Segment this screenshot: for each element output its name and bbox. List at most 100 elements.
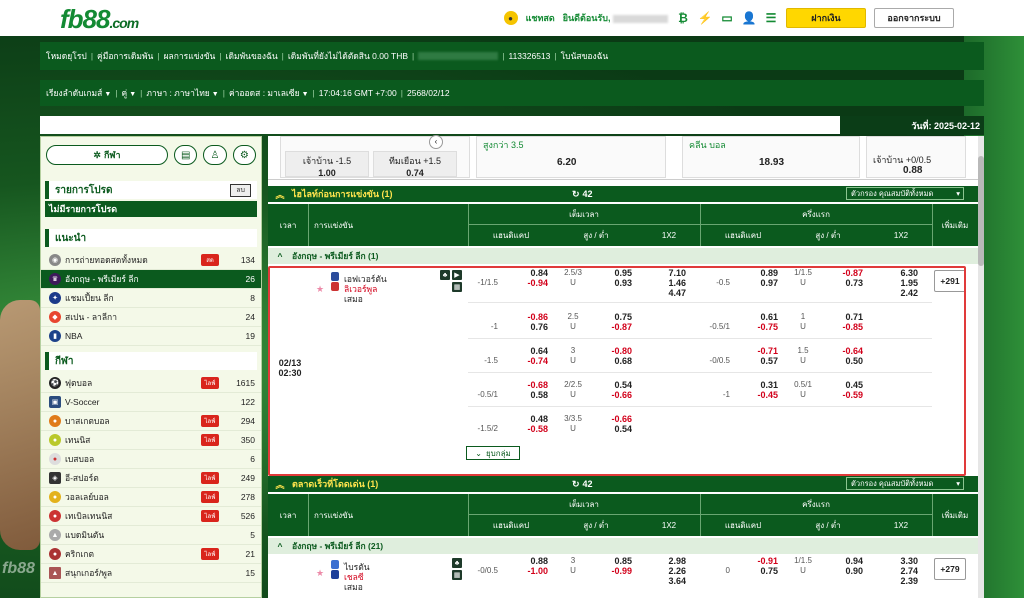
odds-cell[interactable]: -0.99 — [602, 566, 632, 576]
betting-guide-link[interactable]: คู่มือการเดิมพัน — [97, 49, 153, 63]
col-ft-handicap: แฮนดิแคป — [492, 520, 530, 530]
col-ht-1x2: 1X2 — [893, 520, 909, 530]
flash-icon[interactable]: ⚡ — [698, 11, 713, 25]
scrollbar-thumb[interactable] — [978, 156, 984, 266]
odds-cell[interactable]: 3.30 — [888, 556, 918, 566]
collapse-icon[interactable]: ^ — [268, 541, 292, 551]
balance-icon[interactable]: ₿ — [676, 11, 690, 25]
filter-dropdown[interactable]: ตัวกรอง คุณสมบัติทั้งหมด ▾ — [846, 477, 964, 490]
sidebar-item-football[interactable]: ⚽ ฟุตบอล ไลฟ์ 1615 — [41, 374, 261, 393]
under-label: U — [570, 566, 576, 575]
refresh-button[interactable]: ↻ 42 — [572, 189, 632, 200]
odds-cell[interactable]: 3.64 — [656, 576, 686, 586]
user-icon[interactable]: 👤 — [742, 11, 757, 25]
results-link[interactable]: ผลการแข่งขัน — [164, 49, 216, 63]
euro-mode-link[interactable]: โหมดยุโรป — [46, 49, 87, 63]
watermark-logo: fb88 — [2, 560, 35, 577]
refresh-button[interactable]: ↻ 42 — [572, 479, 632, 490]
champions-league-icon: ✦ — [49, 292, 61, 304]
divider — [308, 494, 309, 536]
sidebar-item-champions-league[interactable]: ✦ แชมเปี้ยน ลีก 8 — [41, 289, 261, 308]
sidebar-item-volleyball[interactable]: ● วอลเลย์บอล ไลฟ์ 278 — [41, 488, 261, 507]
divider — [468, 204, 469, 246]
highlight-home-odds[interactable]: เจ้าบ้าน -1.5 1.00 — [285, 151, 369, 178]
settings-bar: เรียงลำดับเกมส์ ▼ | คู่ ▼ | ภาษา : ภาษาไทย ▼ |… — [40, 80, 984, 106]
collapse-up-icon[interactable]: ︽ — [268, 478, 292, 491]
delete-favorites-button[interactable]: ลบ — [230, 183, 251, 197]
list-icon[interactable]: ☰ — [764, 11, 778, 25]
col-ht-handicap: แฮนดิแคป — [724, 520, 762, 530]
favorite-star-icon[interactable]: ★ — [316, 568, 324, 579]
redacted-info — [418, 52, 499, 60]
odds-cell[interactable]: 0.90 — [833, 566, 863, 576]
highlight-card-4[interactable]: เจ้าบ้าน +0/0.5 0.88 — [866, 136, 966, 178]
betslip-icon[interactable]: ▤ — [174, 145, 198, 165]
section-quick-markets[interactable]: ︽ ตลาดเร็วที่โดดเด่น (1) ↻ 42 ตัวกรอง คุณ… — [268, 476, 984, 492]
divider — [932, 204, 933, 246]
odds-table-header: เวลา การแข่งขัน เต็มเวลา ครึ่งแรก แฮนดิแ… — [268, 494, 984, 536]
sidebar-item-premier-league[interactable]: ♛ อังกฤษ - พรีเมียร์ ลีก 26 — [41, 270, 261, 289]
sidebar-item-basketball[interactable]: ● บาสเกตบอล ไลฟ์ 294 — [41, 412, 261, 431]
promo-icon[interactable]: ▭ — [720, 11, 734, 25]
col-ft-1x2: 1X2 — [661, 230, 677, 240]
divider — [308, 204, 309, 246]
under-label: U — [800, 566, 806, 575]
pitch-icon[interactable]: ▦ — [452, 570, 462, 580]
pair-dropdown[interactable]: คู่ ▼ — [122, 86, 137, 100]
more-markets-button[interactable]: +279 — [934, 558, 966, 580]
divider — [700, 494, 701, 536]
odds-cell[interactable]: 0.88 — [518, 556, 548, 566]
odds-cell[interactable]: 2.98 — [656, 556, 686, 566]
sport-gear-icon: ✲ — [93, 149, 101, 160]
recommend-header: แนะนำ — [45, 229, 257, 247]
sidebar-item-esports[interactable]: ◈ อี-สปอร์ต ไลฟ์ 249 — [41, 469, 261, 488]
sidebar-item-table-tennis[interactable]: ● เทเบิลเทนนิส ไลฟ์ 526 — [41, 507, 261, 526]
sidebar-item-baseball[interactable]: ● เบสบอล 6 — [41, 450, 261, 469]
live-chat-link[interactable]: แชทสด — [526, 11, 555, 25]
language-dropdown[interactable]: ภาษา : ภาษาไทย ▼ — [146, 86, 218, 100]
chat-icon[interactable]: ● — [503, 11, 518, 25]
col-more: เพิ่มเติม — [941, 220, 969, 230]
sidebar-item-cricket[interactable]: ● คริกเกต ไลฟ์ 21 — [41, 545, 261, 564]
odds-cell[interactable]: 2.39 — [888, 576, 918, 586]
odds-cell[interactable]: -0.91 — [748, 556, 778, 566]
league-header[interactable]: ^ อังกฤษ - พรีเมียร์ ลีก (1) — [268, 248, 984, 264]
sort-dropdown[interactable]: เรียงลำดับเกมส์ ▼ — [46, 86, 111, 100]
sidebar-item-tennis[interactable]: ● เทนนิส ไลฟ์ 350 — [41, 431, 261, 450]
odds-cell[interactable]: 0.75 — [748, 566, 778, 576]
my-bonus-link[interactable]: โบนัสของฉัน — [561, 49, 609, 63]
odds-cell[interactable]: 0.85 — [602, 556, 632, 566]
sport-button[interactable]: ✲ กีฬา — [46, 145, 168, 165]
collapse-up-icon[interactable]: ︽ — [268, 188, 292, 201]
sidebar-item-laliga[interactable]: ◆ สเปน - ลาลีกา 24 — [41, 308, 261, 327]
sidebar-item-snooker[interactable]: ▲ สนุกเกอร์/พูล 15 — [41, 564, 261, 583]
odds-cell[interactable]: 2.74 — [888, 566, 918, 576]
highlight-card-2[interactable]: สูงกว่า 3.5 6.20 — [476, 136, 666, 178]
sidebar-item-all-live[interactable]: ◉ การถ่ายทอดสดทั้งหมด สด 134 — [41, 251, 261, 270]
odds-cell[interactable]: 0.94 — [833, 556, 863, 566]
sidebar-item-nba[interactable]: ▮ NBA 19 — [41, 327, 261, 346]
filter-dropdown[interactable]: ตัวกรอง คุณสมบัติทั้งหมด ▾ — [846, 187, 964, 200]
my-bets-link[interactable]: เดิมพันของฉัน — [226, 49, 278, 63]
sidebar-item-badminton[interactable]: ▲ แบดมินตัน 5 — [41, 526, 261, 545]
account-icon[interactable]: ♙ — [203, 145, 227, 165]
league-header[interactable]: ^ อังกฤษ - พรีเมียร์ ลีก (21) — [268, 538, 984, 554]
sidebar-item-vsoccer[interactable]: ▣ V-Soccer 122 — [41, 393, 261, 412]
col-ht-handicap: แฮนดิแคป — [724, 230, 762, 240]
odds-cell[interactable]: 2.26 — [656, 566, 686, 576]
deposit-button[interactable]: ฝากเงิน — [786, 8, 866, 28]
odds-type-dropdown[interactable]: ค่าออดส : มาเลเซีย ▼ — [229, 86, 309, 100]
stats-icon[interactable]: ♣ — [452, 558, 462, 568]
prev-arrow-icon[interactable]: ‹ — [429, 135, 443, 149]
settings-gear-icon[interactable]: ⚙ — [232, 145, 256, 165]
highlight-card-3[interactable]: คลีน บอล 18.93 — [682, 136, 860, 178]
site-logo[interactable]: fb88.com — [60, 4, 139, 35]
main-scrollbar[interactable] — [978, 136, 984, 598]
section-early-highlights[interactable]: ︽ ไฮไลท์ก่อนการแข่งขัน (1) ↻ 42 ตัวกรอง ค… — [268, 186, 984, 202]
collapse-icon[interactable]: ^ — [268, 251, 292, 261]
logout-button[interactable]: ออกจากระบบ — [874, 8, 954, 28]
odds-cell[interactable]: -1.00 — [518, 566, 548, 576]
unsettled-bets[interactable]: เดิมพันที่ยังไม่ได้ตัดสิน 0.00 THB — [288, 49, 408, 63]
highlight-away-odds[interactable]: ทีมเยือน +1.5 0.74 — [373, 151, 457, 178]
col-firsthalf: ครึ่งแรก — [802, 499, 830, 509]
